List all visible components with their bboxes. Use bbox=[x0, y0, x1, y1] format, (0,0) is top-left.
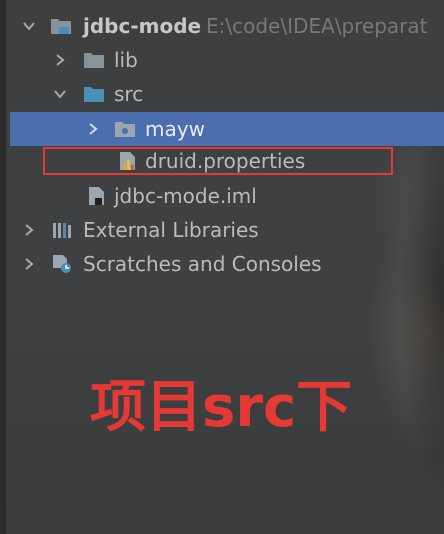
module-folder-icon bbox=[50, 16, 72, 36]
tree-row-root[interactable]: jdbc-mode E:\code\IDEA\preparat bbox=[0, 9, 444, 43]
root-module-name: jdbc-mode bbox=[83, 14, 202, 38]
highlight-box bbox=[43, 147, 393, 175]
chevron-down-icon[interactable] bbox=[53, 87, 67, 101]
libraries-icon bbox=[51, 220, 73, 240]
tree-row-src[interactable]: src bbox=[0, 77, 444, 111]
chevron-right-icon[interactable] bbox=[53, 53, 67, 67]
chevron-down-icon[interactable] bbox=[22, 19, 36, 33]
annotation-text: 项目src下 bbox=[90, 375, 353, 440]
chevron-right-icon[interactable] bbox=[86, 122, 100, 136]
package-folder-icon bbox=[114, 119, 136, 139]
tree-item-label: Scratches and Consoles bbox=[83, 252, 322, 276]
tree-item-label: lib bbox=[114, 48, 138, 72]
scratches-icon bbox=[51, 254, 73, 274]
tree-item-label: src bbox=[114, 82, 144, 106]
tree-row-scratches[interactable]: Scratches and Consoles bbox=[0, 247, 444, 281]
tree-row-lib[interactable]: lib bbox=[0, 43, 444, 77]
chevron-right-icon[interactable] bbox=[22, 257, 36, 271]
tree-item-label: External Libraries bbox=[83, 218, 259, 242]
chevron-right-icon[interactable] bbox=[22, 223, 36, 237]
tree-row-external-libraries[interactable]: External Libraries bbox=[0, 213, 444, 247]
tree-item-label: mayw bbox=[145, 117, 205, 141]
root-module-path: E:\code\IDEA\preparat bbox=[206, 14, 428, 38]
tree-item-label: jdbc-mode.iml bbox=[114, 184, 257, 208]
source-folder-icon bbox=[83, 84, 105, 104]
tree-row-iml[interactable]: jdbc-mode.iml bbox=[0, 179, 444, 213]
folder-icon bbox=[83, 50, 105, 70]
iml-file-icon bbox=[86, 186, 108, 206]
tree-row-mayw[interactable]: mayw bbox=[10, 112, 444, 146]
